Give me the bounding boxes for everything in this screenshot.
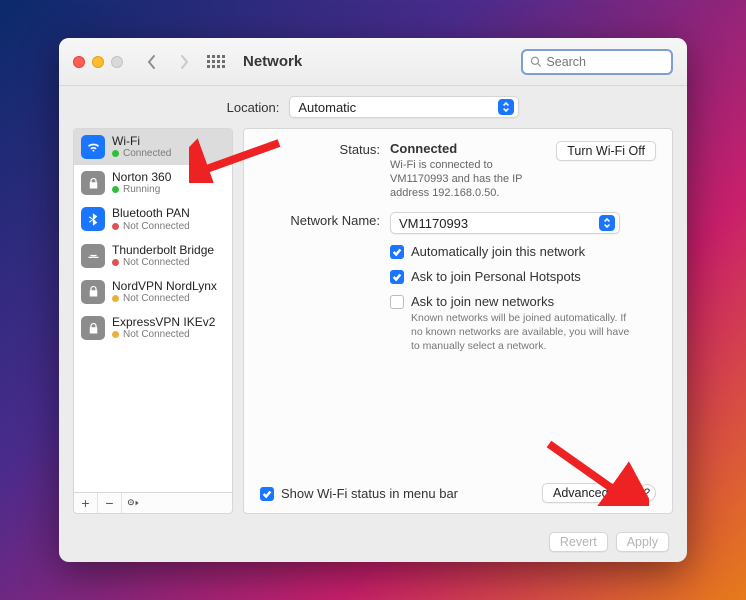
remove-service-button[interactable]: − [98,493,122,513]
thunderbolt-icon [81,244,105,268]
sidebar-item-bluetooth[interactable]: Bluetooth PAN Not Connected [74,201,232,237]
status-dot-icon [112,186,119,193]
service-sidebar: Wi-Fi Connected Norton 360 Running [73,128,233,514]
sidebar-item-label: NordVPN NordLynx [112,280,217,293]
sidebar-item-label: ExpressVPN IKEv2 [112,316,215,329]
sidebar-item-nordvpn[interactable]: NordVPN NordLynx Not Connected [74,274,232,310]
search-icon [530,55,541,68]
wifi-icon [81,135,105,159]
checkbox-icon [390,295,404,309]
window-title: Network [243,53,302,70]
personal-hotspots-checkbox[interactable]: Ask to join Personal Hotspots [390,269,656,284]
auto-join-checkbox[interactable]: Automatically join this network [390,244,656,259]
bluetooth-icon [81,207,105,231]
zoom-icon [111,56,123,68]
service-actions-button[interactable] [122,493,146,513]
sidebar-item-label: Wi-Fi [112,135,171,148]
sidebar-item-norton[interactable]: Norton 360 Running [74,165,232,201]
minimize-icon[interactable] [92,56,104,68]
location-row: Location: Automatic [59,86,687,128]
status-dot-icon [112,259,119,266]
turn-wifi-off-button[interactable]: Turn Wi-Fi Off [556,141,656,161]
sidebar-toolbar: + − [73,492,233,514]
status-value: Connected [390,141,546,156]
location-label: Location: [227,100,280,115]
sidebar-item-label: Norton 360 [112,171,171,184]
location-select[interactable]: Automatic [289,96,519,118]
revert-button[interactable]: Revert [549,532,608,552]
lock-icon [81,316,105,340]
location-value: Automatic [298,100,356,115]
sidebar-item-wifi[interactable]: Wi-Fi Connected [74,129,232,165]
status-dot-icon [112,223,119,230]
network-name-label: Network Name: [260,212,380,234]
search-input[interactable] [546,55,664,69]
sidebar-item-label: Bluetooth PAN [112,207,190,220]
main-area: Wi-Fi Connected Norton 360 Running [59,128,687,522]
sidebar-item-expressvpn[interactable]: ExpressVPN IKEv2 Not Connected [74,310,232,346]
search-field[interactable] [521,49,673,75]
add-service-button[interactable]: + [74,493,98,513]
status-dot-icon [112,331,119,338]
back-button[interactable] [141,50,163,74]
status-description: Wi-Fi is connected to VM1170993 and has … [390,159,546,200]
lock-icon [81,171,105,195]
traffic-lights [73,56,123,68]
checkbox-icon [390,245,404,259]
chevron-updown-icon [599,215,615,231]
status-label: Status: [260,141,380,200]
toolbar: Network [59,38,687,86]
status-dot-icon [112,150,119,157]
checkbox-icon [390,270,404,284]
service-list[interactable]: Wi-Fi Connected Norton 360 Running [73,128,233,492]
lock-icon [81,280,105,304]
menubar-status-checkbox[interactable]: Show Wi-Fi status in menu bar [260,486,534,501]
sidebar-item-label: Thunderbolt Bridge [112,244,214,257]
help-button[interactable]: ? [638,484,656,502]
checkbox-icon [260,487,274,501]
detail-panel: Status: Connected Wi-Fi is connected to … [243,128,673,514]
network-prefpane-window: Network Location: Automatic [59,38,687,562]
forward-button[interactable] [173,50,195,74]
ask-new-networks-checkbox[interactable]: Ask to join new networks Known networks … [390,294,656,353]
chevron-updown-icon [498,99,514,115]
advanced-button[interactable]: Advanced... [542,483,630,503]
status-dot-icon [112,295,119,302]
sidebar-item-thunderbolt[interactable]: Thunderbolt Bridge Not Connected [74,238,232,274]
network-name-select[interactable]: VM1170993 [390,212,620,234]
close-icon[interactable] [73,56,85,68]
apply-button[interactable]: Apply [616,532,669,552]
footer: Revert Apply [59,522,687,562]
network-name-value: VM1170993 [399,216,468,231]
show-all-icon[interactable] [207,55,225,68]
ask-new-description: Known networks will be joined automatica… [411,312,631,353]
